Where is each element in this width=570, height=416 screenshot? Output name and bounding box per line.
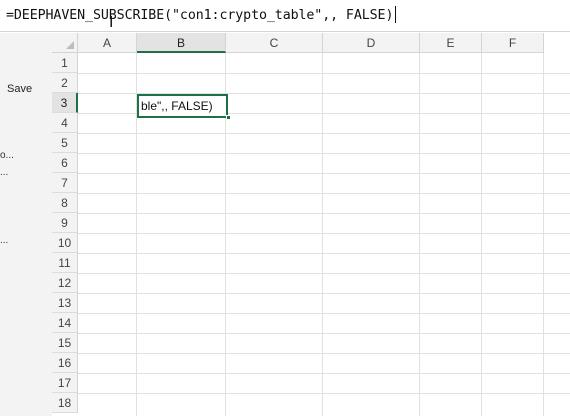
gridline-horizontal (78, 193, 570, 194)
left-task-pane: Save o... ... ... (0, 33, 52, 416)
column-header-c[interactable]: C (226, 33, 323, 53)
cell-edit-text: ble",, FALSE) (141, 99, 213, 113)
row-header[interactable]: 1 (52, 53, 78, 73)
row-header[interactable]: 5 (52, 133, 78, 153)
row-header[interactable]: 9 (52, 213, 78, 233)
row-header[interactable]: 4 (52, 113, 78, 133)
pane-item-truncated[interactable]: ... (0, 167, 8, 178)
row-header[interactable]: 7 (52, 173, 78, 193)
formula-bar[interactable]: =DEEPHAVEN_SUBSCRIBE("con1:crypto_table"… (0, 0, 570, 32)
row-header[interactable]: 13 (52, 293, 78, 313)
row-header[interactable]: 15 (52, 333, 78, 353)
formula-text: =DEEPHAVEN_SUBSCRIBE("con1:crypto_table"… (6, 8, 394, 23)
pane-item-truncated[interactable]: o... (0, 150, 14, 161)
gridline-vertical (322, 53, 323, 416)
gridline-horizontal (78, 353, 570, 354)
gridline-horizontal (78, 133, 570, 134)
row-header[interactable]: 10 (52, 233, 78, 253)
gridline-horizontal (78, 333, 570, 334)
gridline-horizontal (78, 293, 570, 294)
gridline-horizontal (78, 373, 570, 374)
column-header-f[interactable]: F (482, 33, 544, 53)
row-header[interactable]: 8 (52, 193, 78, 213)
spreadsheet-grid[interactable]: A B C D E F 1 2 3 4 5 6 7 8 9 10 11 12 1… (52, 33, 570, 416)
column-header-d[interactable]: D (323, 33, 420, 53)
row-header-selected[interactable]: 3 (52, 93, 78, 113)
row-header[interactable]: 2 (52, 73, 78, 93)
pane-item-truncated[interactable]: ... (0, 235, 8, 246)
gridline-horizontal (78, 253, 570, 254)
column-header-e[interactable]: E (420, 33, 482, 53)
row-header[interactable]: 6 (52, 153, 78, 173)
select-all-corner[interactable] (52, 33, 78, 53)
active-cell-b3[interactable]: ble",, FALSE) (137, 94, 228, 118)
gridline-horizontal (78, 213, 570, 214)
row-header[interactable]: 18 (52, 393, 78, 413)
row-header[interactable]: 14 (52, 313, 78, 333)
gridline-vertical (481, 53, 482, 416)
gridline-horizontal (78, 393, 570, 394)
gridline-horizontal (78, 153, 570, 154)
row-header[interactable]: 11 (52, 253, 78, 273)
column-header-a[interactable]: A (78, 33, 137, 53)
row-header[interactable]: 12 (52, 273, 78, 293)
gridline-horizontal (78, 173, 570, 174)
gridline-horizontal (78, 233, 570, 234)
row-header[interactable]: 17 (52, 373, 78, 393)
select-all-triangle-icon (66, 41, 74, 49)
formula-input[interactable]: =DEEPHAVEN_SUBSCRIBE("con1:crypto_table"… (6, 6, 397, 23)
text-caret (395, 6, 397, 23)
gridline-horizontal (78, 273, 570, 274)
save-button[interactable]: Save (7, 83, 32, 95)
fill-handle[interactable] (226, 115, 231, 120)
ibeam-cursor-icon: I (109, 13, 114, 31)
row-header[interactable]: 16 (52, 353, 78, 373)
column-header-b[interactable]: B (137, 33, 226, 53)
gridline-vertical (419, 53, 420, 416)
gridline-horizontal (78, 313, 570, 314)
gridline-horizontal (78, 73, 570, 74)
gridline-vertical (543, 53, 544, 416)
